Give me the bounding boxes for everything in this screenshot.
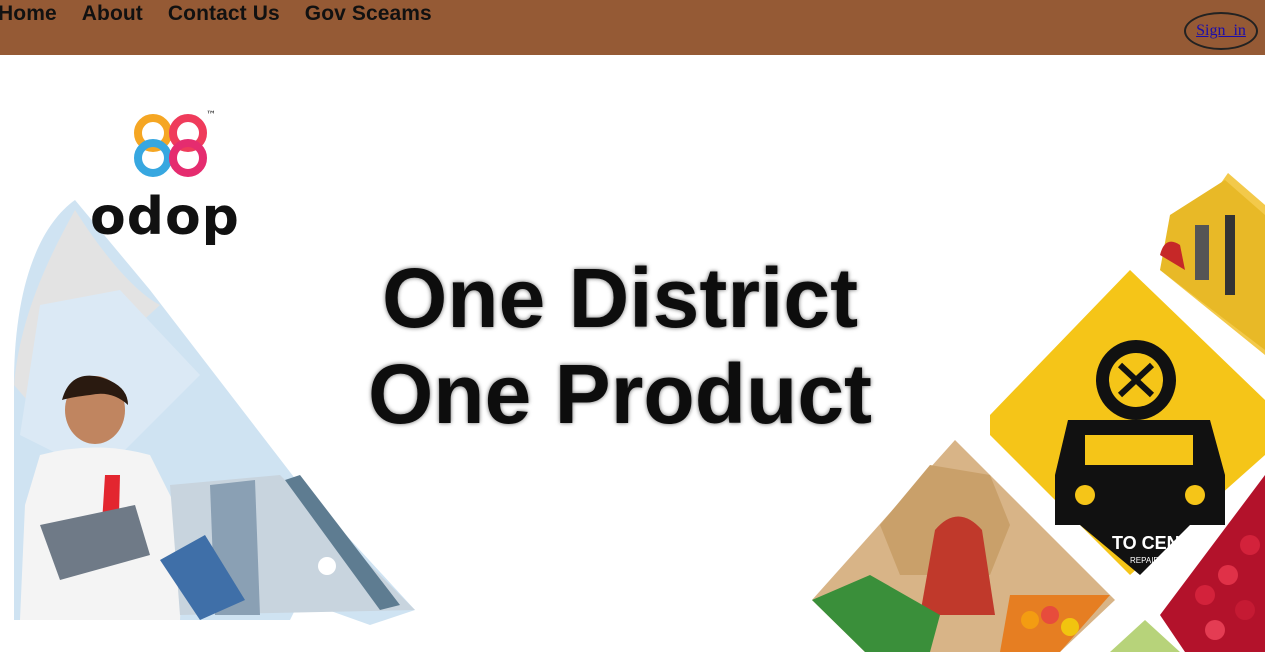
odop-logo-text: odop — [90, 187, 240, 247]
top-nav-bar: Home About Contact Us Gov Sceams Sign_in — [0, 0, 1265, 55]
sign-in-button[interactable]: Sign_in — [1184, 12, 1258, 50]
auto-centre-sign-text: TO CEN — [1112, 533, 1180, 553]
nav-home-link[interactable]: Home — [0, 2, 57, 26]
hero-title-line-2: One Product — [367, 347, 873, 441]
nav-about-link[interactable]: About — [82, 2, 143, 26]
nav-gov-schemes-link[interactable]: Gov Sceams — [305, 2, 432, 26]
hero-title-line-1: One District — [381, 251, 859, 345]
sign-in-link[interactable]: Sign_in — [1196, 22, 1246, 40]
main-nav: Home About Contact Us Gov Sceams — [0, 2, 432, 26]
hero-title: One District One Product — [340, 250, 900, 442]
nav-contact-link[interactable]: Contact Us — [168, 2, 280, 26]
hero-banner: ™ TO CEN REPAIR odop One District One Pr… — [0, 55, 1265, 652]
auto-centre-sign-subtext: REPAIR — [1130, 556, 1159, 565]
trademark-symbol: ™ — [206, 110, 216, 121]
odop-logo-icon: ™ — [134, 110, 216, 177]
